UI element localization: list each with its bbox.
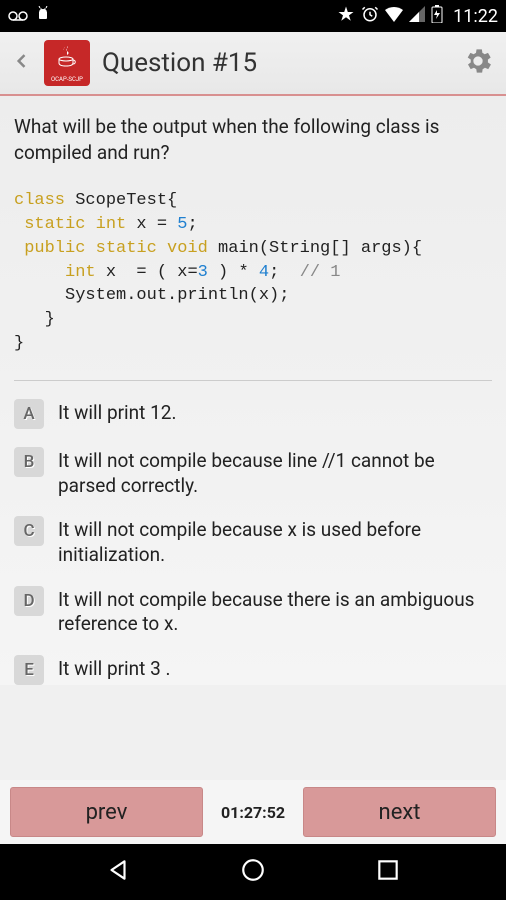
code-block: class ScopeTest{ static int x = 5; publi… xyxy=(14,189,492,356)
back-chevron-icon[interactable] xyxy=(12,51,32,75)
status-bar: 11:22 xyxy=(0,0,506,32)
android-nav-bar xyxy=(0,844,506,900)
answer-text: It will print 12. xyxy=(58,399,176,426)
app-logo: OCAP-SCJP xyxy=(44,40,90,86)
divider xyxy=(14,380,492,381)
question-prompt: What will be the output when the followi… xyxy=(14,114,492,165)
answer-letter: A xyxy=(14,399,44,429)
java-cup-icon xyxy=(55,44,79,74)
answer-letter: B xyxy=(14,447,44,477)
signal-icon xyxy=(409,6,425,26)
wifi-icon xyxy=(385,6,403,26)
nav-home-icon[interactable] xyxy=(240,857,266,887)
app-header: OCAP-SCJP Question #15 xyxy=(0,32,506,96)
status-time: 11:22 xyxy=(453,6,498,27)
answer-option[interactable]: B It will not compile because line //1 c… xyxy=(14,447,492,498)
answer-option[interactable]: E It will print 3 . xyxy=(14,655,492,685)
voicemail-icon xyxy=(8,7,28,26)
answer-text: It will print 3 . xyxy=(58,655,171,682)
prev-button[interactable]: prev xyxy=(10,787,203,837)
nav-back-icon[interactable] xyxy=(105,857,131,887)
next-button[interactable]: next xyxy=(303,787,496,837)
answer-letter: E xyxy=(14,655,44,685)
answer-text: It will not compile because there is an … xyxy=(58,586,492,637)
answer-letter: C xyxy=(14,516,44,546)
battery-icon xyxy=(431,5,443,27)
android-icon xyxy=(36,6,50,26)
page-title: Question #15 xyxy=(102,48,450,78)
settings-button[interactable] xyxy=(462,45,494,81)
answer-text: It will not compile because line //1 can… xyxy=(58,447,492,498)
answer-option[interactable]: C It will not compile because x is used … xyxy=(14,516,492,567)
answer-option[interactable]: D It will not compile because there is a… xyxy=(14,586,492,637)
star-icon xyxy=(337,5,355,27)
answer-letter: D xyxy=(14,586,44,616)
bottom-bar: prev 01:27:52 next xyxy=(0,780,506,844)
nav-recent-icon[interactable] xyxy=(375,857,401,887)
alarm-icon xyxy=(361,5,379,27)
answer-option[interactable]: A It will print 12. xyxy=(14,399,492,429)
content-area: What will be the output when the followi… xyxy=(0,96,506,685)
answer-text: It will not compile because x is used be… xyxy=(58,516,492,567)
timer: 01:27:52 xyxy=(213,803,293,822)
